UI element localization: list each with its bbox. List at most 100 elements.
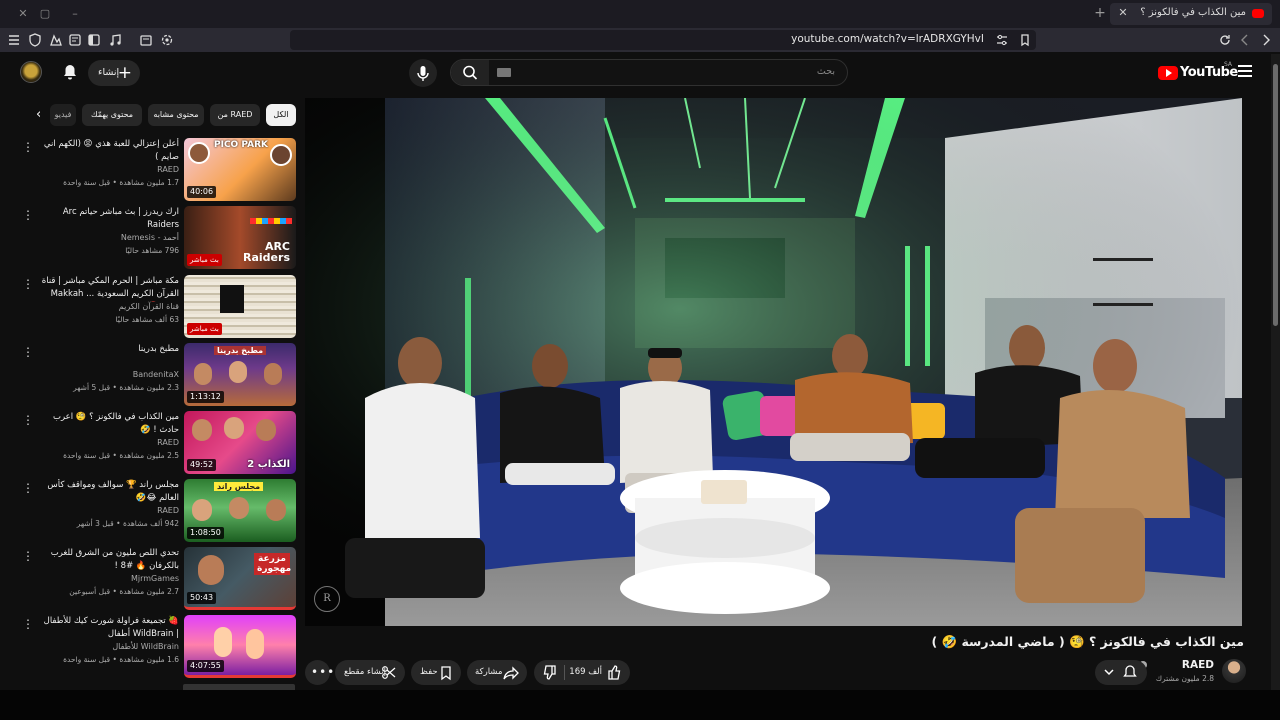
more-options-icon[interactable]: ⋮ (22, 413, 34, 427)
video-channel[interactable]: أحمد - Nemesis (39, 233, 179, 242)
video-player[interactable]: R (305, 98, 1242, 626)
more-options-icon[interactable]: ⋮ (22, 277, 34, 291)
save-button[interactable]: حفظ (411, 660, 461, 685)
video-thumbnail[interactable]: 4:07:55 (184, 615, 296, 678)
account-avatar[interactable] (20, 61, 42, 83)
window-close-icon[interactable]: ✕ (14, 5, 32, 23)
video-channel[interactable]: MjrmGames (39, 574, 179, 583)
reader-icon[interactable] (67, 32, 83, 48)
channel-watermark[interactable]: R (314, 586, 340, 612)
reload-icon[interactable] (1217, 32, 1233, 48)
tune-icon[interactable] (994, 32, 1010, 48)
share-button[interactable]: مشاركة (467, 660, 527, 685)
video-thumbnail[interactable]: مزرعة مهجورة 50:43 (184, 547, 296, 610)
video-thumbnail[interactable]: مطبخ بدرينا 1:13:12 (184, 343, 296, 406)
recommended-video-item[interactable]: 4:07:55 🍓 تجميعة فراولة شورت كيك للأطفال… (22, 615, 296, 679)
window-minimize-icon[interactable]: – (66, 5, 84, 23)
video-channel[interactable]: WildBrain للأطفال (39, 642, 179, 651)
video-title[interactable]: مكة مباشر | الحرم المكي مباشر | قناة الق… (39, 275, 179, 302)
more-options-icon[interactable]: ⋮ (22, 208, 34, 222)
chip-videos[interactable]: فيديو (50, 104, 76, 126)
recommended-video-item[interactable]: مزرعة مهجورة 50:43 تحدي اللص مليون من ال… (22, 547, 296, 611)
recommended-video-item[interactable]: مطبخ بدرينا 1:13:12 مطبخ بدرينا Bandenit… (22, 343, 296, 407)
tab-close-icon[interactable]: ✕ (1116, 6, 1130, 20)
menu-icon[interactable] (6, 32, 22, 48)
new-tab-icon[interactable]: + (1092, 5, 1108, 21)
video-thumbnail[interactable]: بث مباشر (184, 275, 296, 338)
shield-icon[interactable] (27, 32, 43, 48)
recommended-video-item[interactable]: PICO PARK 40:06 أعلن إعتزالي للعبة هذي 😡… (22, 138, 296, 202)
video-thumbnail[interactable]: الكذاب 2 49:52 (184, 411, 296, 474)
thumbs-up-icon (606, 660, 622, 685)
chip-all[interactable]: الكل (266, 104, 296, 126)
chip-from-raed[interactable]: من RAED (210, 104, 260, 126)
youtube-masthead: إنشاء + بحث YouTube SA (0, 52, 1280, 94)
channel-name[interactable]: RAED (1182, 659, 1214, 671)
recommended-video-item[interactable]: مجلس راند 1:08:50 مجلس راند 🏆 سوالف وموا… (22, 479, 296, 543)
video-duration: 50:43 (187, 592, 217, 604)
more-options-icon[interactable]: ⋮ (22, 345, 34, 359)
more-options-icon[interactable]: ⋮ (22, 140, 34, 154)
channel-subscribers: 2.8 مليون مشترك (1155, 674, 1214, 683)
video-channel[interactable]: قناة القرآن الكريم (39, 302, 179, 311)
clip-button[interactable]: إنشاء مقطع (335, 660, 405, 685)
share-icon (503, 660, 519, 685)
video-channel[interactable]: RAED (39, 438, 179, 447)
url-bar[interactable]: youtube.com/watch?v=lrADRXGYHvI (290, 30, 1036, 50)
dislike-button[interactable] (534, 660, 564, 685)
channel-avatar[interactable] (1222, 659, 1246, 683)
window-maximize-icon[interactable]: ▢ (36, 5, 54, 23)
like-divider (564, 665, 565, 680)
create-button[interactable]: إنشاء + (88, 60, 140, 86)
more-options-icon[interactable]: ⋮ (22, 617, 34, 631)
search-input[interactable]: بحث (450, 59, 848, 86)
extensions-icon[interactable] (48, 32, 64, 48)
thumbnail-face (188, 142, 210, 164)
video-title[interactable]: أعلن إعتزالي للعبة هذي 😡 (الكهم اني صايم… (39, 138, 179, 164)
notifications-bell-icon[interactable] (60, 62, 80, 82)
video-title[interactable]: ارك ريدرز | بث مباشر حياتم Arc Raiders (39, 206, 179, 232)
scrollbar-thumb[interactable] (1273, 64, 1278, 326)
video-title[interactable]: مين الكذاب في فالكونز ؟ 🧐 اعرب حادث ! 🤣 (39, 411, 179, 437)
more-actions-button[interactable]: ••• (305, 660, 334, 685)
chip-related[interactable]: محتوى مشابه (148, 104, 204, 126)
browser-nav-bar: youtube.com/watch?v=lrADRXGYHvI (0, 28, 1280, 52)
back-icon[interactable] (1237, 32, 1253, 48)
thumbnail-face (194, 363, 212, 385)
video-meta: 796 مشاهد حاليًا (125, 246, 179, 255)
sidebar-icon[interactable] (86, 32, 102, 48)
recommended-video-item[interactable]: ARC Raiders بث مباشر ارك ريدرز | بث مباش… (22, 206, 296, 270)
video-channel[interactable]: RAED (39, 506, 179, 515)
video-title[interactable]: مطبخ بدرينا (39, 343, 179, 356)
video-thumbnail[interactable]: ARC Raiders بث مباشر (184, 206, 296, 269)
guide-menu-icon[interactable] (1238, 65, 1252, 77)
browser-tab-active[interactable]: مين الكذاب في فالكونز ؟ 🧐 ( ماض ✕ (1110, 3, 1272, 25)
more-horizontal-icon: ••• (311, 665, 336, 679)
chip-for-you[interactable]: محتوى يهمّك (82, 104, 142, 126)
voice-search-button[interactable] (409, 59, 437, 87)
video-title[interactable]: مجلس راند 🏆 سوالف ومواقف كأس العالم 😂🤣 (39, 479, 179, 505)
recommended-video-item[interactable]: الكذاب 2 49:52 مين الكذاب في فالكونز ؟ 🧐… (22, 411, 296, 475)
screenshot-icon[interactable] (138, 32, 154, 48)
forward-icon[interactable] (1258, 32, 1274, 48)
more-options-icon[interactable]: ⋮ (22, 481, 34, 495)
video-title[interactable]: 🍓 تجميعة فراولة شورت كيك للأطفال | WildB… (39, 615, 179, 641)
video-title[interactable]: تحدي اللص مليون من الشرق للغرب بالكرفان … (39, 547, 179, 573)
url-text[interactable]: youtube.com/watch?v=lrADRXGYHvI (791, 33, 984, 45)
bookmark-icon[interactable] (1017, 32, 1033, 48)
page-scrollbar[interactable] (1271, 54, 1280, 690)
recommended-video-item[interactable]: بث مباشر مكة مباشر | الحرم المكي مباشر |… (22, 275, 296, 339)
video-thumbnail[interactable]: مجلس راند 1:08:50 (184, 479, 296, 542)
keyboard-icon[interactable] (497, 68, 511, 77)
search-button[interactable] (451, 60, 489, 85)
thumbnail-face (266, 499, 286, 521)
settings-icon[interactable] (159, 32, 175, 48)
like-button[interactable]: 169 ألف (566, 660, 630, 685)
subscription-notifications-button[interactable] (1095, 660, 1147, 685)
video-thumbnail[interactable]: PICO PARK 40:06 (184, 138, 296, 201)
youtube-logo[interactable]: YouTube SA (1158, 61, 1238, 82)
more-options-icon[interactable]: ⋮ (22, 549, 34, 563)
music-icon[interactable] (107, 32, 123, 48)
video-channel[interactable]: RAED (39, 165, 179, 174)
video-channel[interactable]: BandenitaX (39, 370, 179, 379)
